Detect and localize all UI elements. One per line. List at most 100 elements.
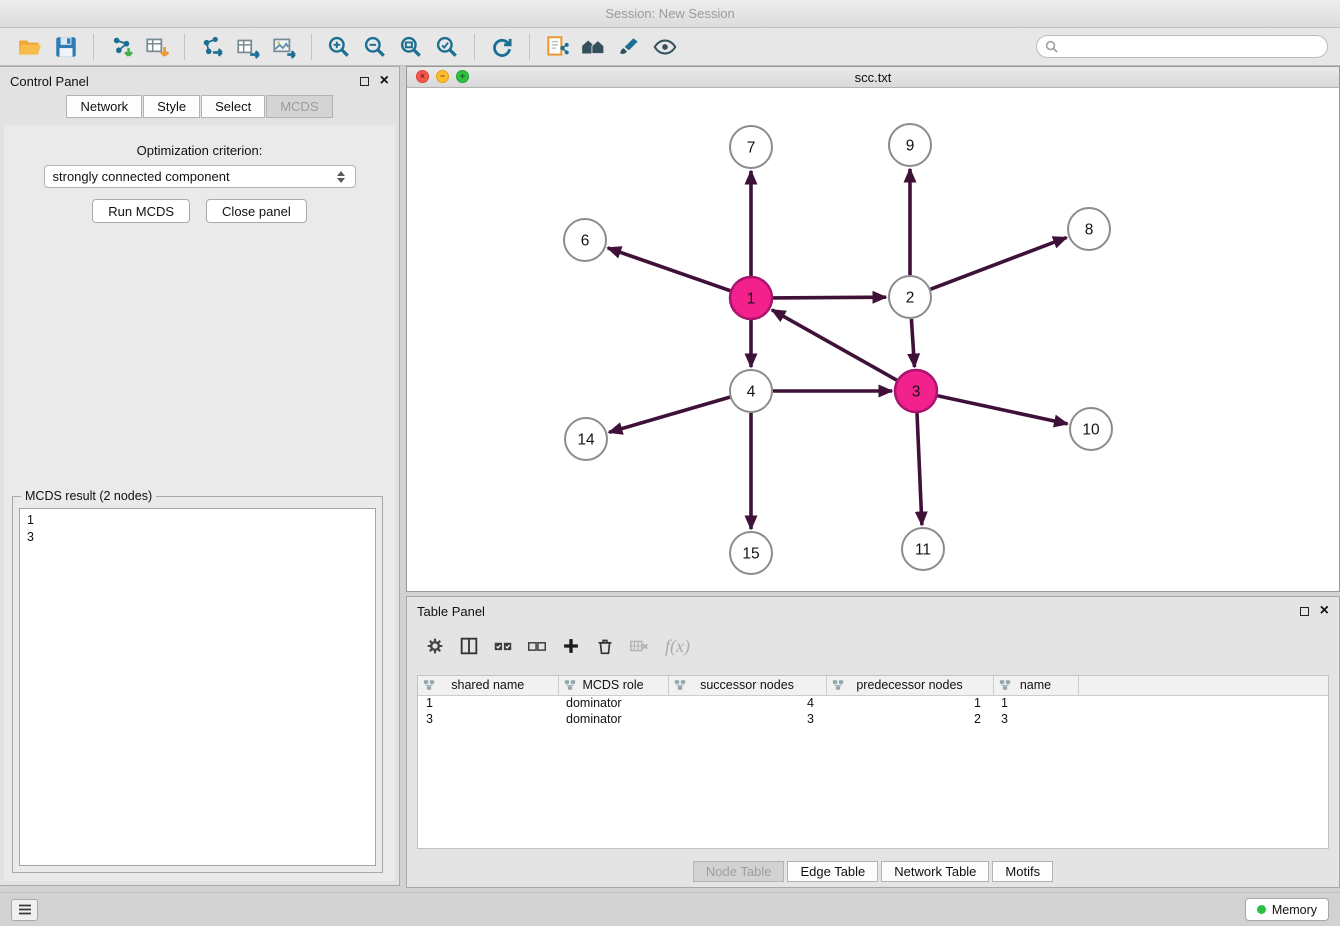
graph-node-2[interactable]: 2 [889,276,931,318]
graph-node-15[interactable]: 15 [730,532,772,574]
ndex-home-button[interactable] [575,32,611,62]
close-table-panel-icon[interactable]: × [1320,605,1329,617]
table-row[interactable]: 3dominator323 [418,711,1328,727]
graph-edge-3-1[interactable] [772,310,897,380]
table-cell: dominator [558,695,668,711]
network-canvas[interactable]: 7 9 6 8 1 2 4 3 14 10 15 11 [407,88,1339,591]
graph-node-11[interactable]: 11 [902,528,944,570]
float-panel-icon[interactable] [360,77,369,86]
graph-node-1[interactable]: 1 [730,277,772,319]
graph-node-7[interactable]: 7 [730,126,772,168]
tab-edge-table[interactable]: Edge Table [787,861,878,882]
save-session-button[interactable] [48,32,84,62]
table-panel-title: Table Panel [417,604,485,619]
run-mcds-button[interactable]: Run MCDS [92,199,190,223]
select-all-rows-button[interactable] [487,632,518,660]
toolbar-separator [184,34,185,60]
column-header-predecessor-nodes[interactable]: predecessor nodes [826,676,993,695]
tab-select[interactable]: Select [201,95,265,118]
table-cell [1078,711,1328,727]
delete-row-icon [594,635,616,657]
mcds-result-item[interactable]: 3 [20,529,375,546]
float-table-panel-icon[interactable] [1300,607,1309,616]
import-network-button[interactable] [103,32,139,62]
delete-column-button[interactable] [623,632,654,660]
memory-status-icon [1257,905,1266,914]
zoom-fit-icon [398,34,424,60]
table-cell: 2 [826,711,993,727]
graph-edge-3-10[interactable] [938,396,1068,424]
network-view-title: scc.txt [855,70,892,85]
graph-node-10[interactable]: 10 [1070,408,1112,450]
eye-button[interactable] [647,32,683,62]
column-header-mcds-role[interactable]: MCDS role [558,676,668,695]
table-settings-button[interactable] [419,632,450,660]
zoom-out-button[interactable] [357,32,393,62]
tab-node-table[interactable]: Node Table [693,861,785,882]
maximize-window-icon[interactable]: + [456,70,469,83]
network-view-titlebar[interactable]: × − + scc.txt [407,67,1339,88]
close-window-icon[interactable]: × [416,70,429,83]
svg-text:2: 2 [906,290,915,307]
svg-text:6: 6 [581,233,590,250]
graph-edge-2-3[interactable] [911,319,914,367]
column-header-shared-name[interactable]: shared name [418,676,558,695]
search-box[interactable] [1036,35,1328,58]
close-panel-icon[interactable]: × [380,75,389,87]
graph-node-8[interactable]: 8 [1068,208,1110,250]
tab-mcds[interactable]: MCDS [266,95,332,118]
clone-network-button[interactable] [539,32,575,62]
export-image-button[interactable] [266,32,302,62]
delete-row-button[interactable] [589,632,620,660]
zoom-fit-button[interactable] [393,32,429,62]
column-header-filler [1078,676,1328,695]
column-visibility-button[interactable] [453,632,484,660]
import-table-button[interactable] [139,32,175,62]
column-header-successor-nodes[interactable]: successor nodes [668,676,826,695]
column-header-name[interactable]: name [993,676,1078,695]
graph-edge-1-2[interactable] [773,297,886,298]
mcds-result-item[interactable]: 1 [20,512,375,529]
graph-node-3[interactable]: 3 [895,370,937,412]
window-titlebar: Session: New Session [0,0,1340,28]
function-builder-button[interactable]: f(x) [665,636,690,657]
open-session-button[interactable] [12,32,48,62]
graph-node-6[interactable]: 6 [564,219,606,261]
table-cell: 1 [993,695,1078,711]
table-row[interactable]: 1dominator411 [418,695,1328,711]
graph-edge-1-6[interactable] [608,248,731,291]
list-icon [18,904,32,915]
eye-icon [652,34,678,60]
zoom-selected-button[interactable] [429,32,465,62]
optimization-criterion-select[interactable]: strongly connected component [44,165,356,188]
ndex-home-icon [580,34,606,60]
tab-style[interactable]: Style [143,95,200,118]
table-panel-header: Table Panel × [407,597,1339,625]
add-column-button[interactable] [555,632,586,660]
apply-style-button[interactable] [611,32,647,62]
tab-network-table[interactable]: Network Table [881,861,989,882]
minimize-window-icon[interactable]: − [436,70,449,83]
unselect-all-rows-button[interactable] [521,632,552,660]
memory-button[interactable]: Memory [1245,898,1329,921]
graph-edge-3-11[interactable] [917,413,922,525]
zoom-in-button[interactable] [321,32,357,62]
search-input[interactable] [1064,40,1319,54]
graph-edge-4-14[interactable] [609,397,730,432]
mcds-result-list[interactable]: 13 [19,508,376,866]
graph-edge-2-8[interactable] [931,238,1067,290]
network-graph[interactable]: 7 9 6 8 1 2 4 3 14 10 15 11 [407,88,1340,593]
graph-node-14[interactable]: 14 [565,418,607,460]
toolbar-separator [474,34,475,60]
tab-motifs[interactable]: Motifs [992,861,1053,882]
table-tabs: Node TableEdge TableNetwork TableMotifs [407,861,1339,882]
graph-node-9[interactable]: 9 [889,124,931,166]
traffic-lights: × − + [416,70,469,83]
close-panel-button[interactable]: Close panel [206,199,307,223]
show-panels-button[interactable] [11,899,38,921]
export-network-button[interactable] [194,32,230,62]
graph-node-4[interactable]: 4 [730,370,772,412]
export-table-button[interactable] [230,32,266,62]
refresh-button[interactable] [484,32,520,62]
tab-network[interactable]: Network [66,95,142,118]
